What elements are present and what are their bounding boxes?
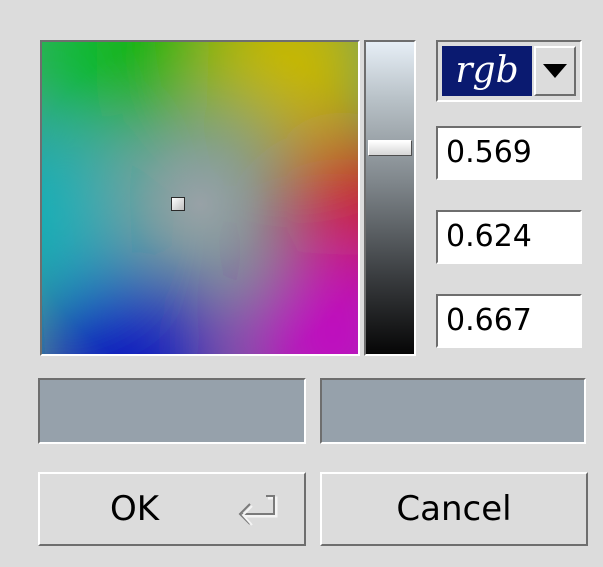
cancel-button-label: Cancel: [396, 489, 512, 529]
cancel-button[interactable]: Cancel: [320, 472, 588, 546]
green-value-field[interactable]: 0.624: [436, 210, 582, 264]
blue-value-field[interactable]: 0.667: [436, 294, 582, 348]
value-slider-handle[interactable]: [368, 140, 412, 156]
hue-saturation-picker[interactable]: [40, 40, 360, 356]
color-mode-value: rgb: [442, 46, 532, 96]
enter-key-icon: [238, 495, 278, 526]
color-mode-select[interactable]: rgb: [436, 40, 582, 102]
ok-button-label: OK: [110, 489, 160, 529]
ok-button[interactable]: OK: [38, 472, 306, 546]
hue-saturation-gradient: [42, 42, 358, 354]
new-color-swatch: [320, 378, 586, 444]
value-slider[interactable]: [364, 40, 416, 356]
red-value-field[interactable]: 0.569: [436, 126, 582, 180]
dropdown-button[interactable]: [534, 46, 576, 96]
old-color-swatch: [38, 378, 306, 444]
color-cursor[interactable]: [171, 197, 185, 211]
triangle-down-icon: [543, 64, 567, 78]
